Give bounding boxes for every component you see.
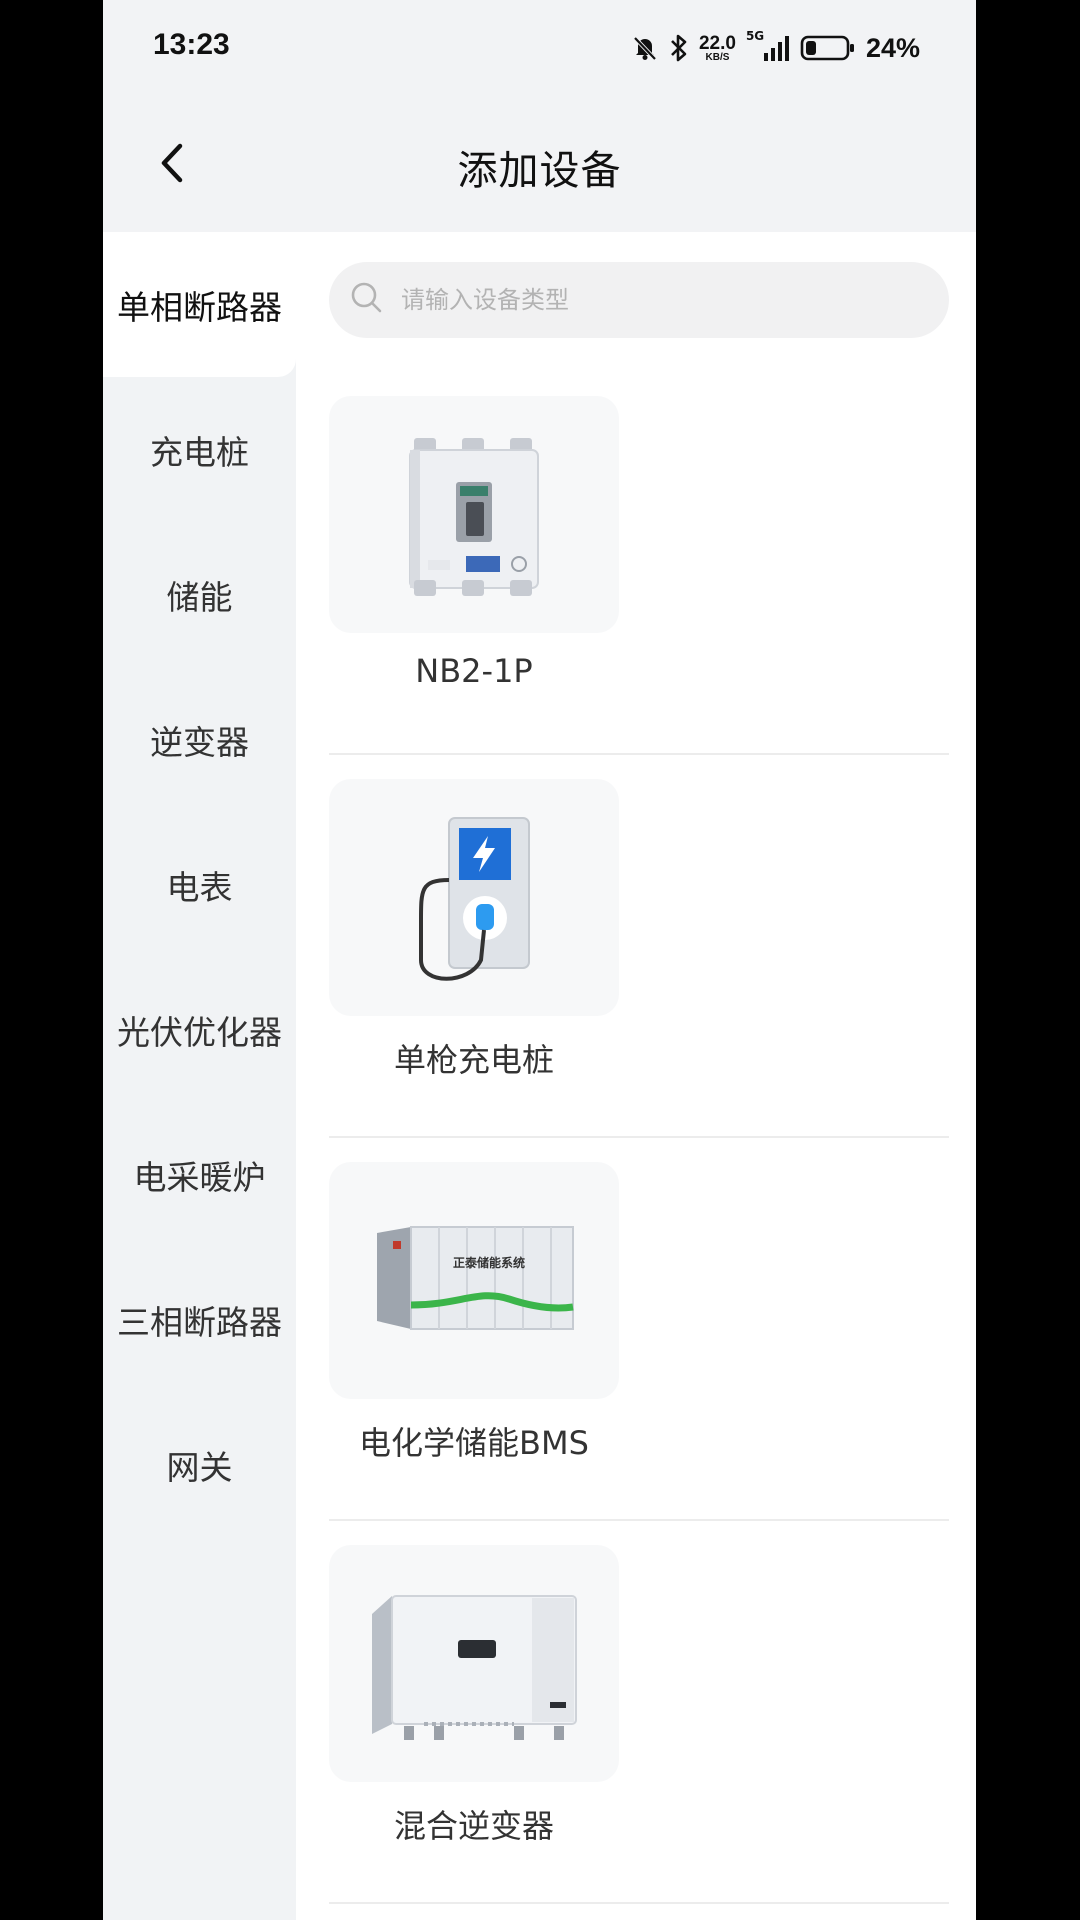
phone-screen: 13:23 22.0 KB/S 5G 24% 添加设备 单相断路器 充电桩 储能… xyxy=(103,0,976,1920)
sidebar-item-label: 三相断路器 xyxy=(117,1302,282,1342)
signal-icon: 5G xyxy=(746,29,790,63)
sidebar-item-charging-pile[interactable]: 充电桩 xyxy=(103,377,296,522)
hybrid-inverter-image xyxy=(329,1545,619,1782)
sidebar-item-label: 网关 xyxy=(166,1447,233,1487)
container-brand-text: 正泰储能系统 xyxy=(453,1255,525,1270)
sidebar-item-gateway[interactable]: 网关 xyxy=(103,1392,296,1537)
device-card-nb2-1p[interactable]: NB2-1P xyxy=(329,370,949,755)
status-icons: 22.0 KB/S 5G 24% xyxy=(631,29,920,66)
status-time: 13:23 xyxy=(153,28,230,61)
sidebar-item-energy-storage[interactable]: 储能 xyxy=(103,522,296,667)
sidebar-item-single-phase-breaker[interactable]: 单相断路器 xyxy=(103,232,296,377)
network-type: 5G xyxy=(745,29,765,43)
energy-storage-container-image: 正泰储能系统 xyxy=(329,1162,619,1399)
device-name: 单枪充电桩 xyxy=(393,1041,554,1079)
device-card-single-gun-charger[interactable]: 单枪充电桩 xyxy=(329,753,949,1138)
bell-mute-icon xyxy=(631,34,659,62)
charging-pile-image xyxy=(329,779,619,1016)
bluetooth-icon xyxy=(669,33,689,63)
sidebar-item-label: 储能 xyxy=(166,577,233,617)
speed-unit: KB/S xyxy=(705,51,730,63)
battery-icon xyxy=(800,33,856,63)
sidebar-item-label: 逆变器 xyxy=(150,722,249,762)
search-input[interactable] xyxy=(399,285,903,315)
search-bar[interactable] xyxy=(329,262,949,338)
device-card-bms[interactable]: 正泰储能系统 电化学储能BMS xyxy=(329,1136,949,1521)
sidebar-item-label: 充电桩 xyxy=(150,432,249,472)
page-title: 添加设备 xyxy=(457,148,622,194)
device-name: 混合逆变器 xyxy=(393,1807,554,1845)
battery-percent: 24% xyxy=(865,32,920,63)
sidebar-item-inverter[interactable]: 逆变器 xyxy=(103,667,296,812)
sidebar-item-meter[interactable]: 电表 xyxy=(103,812,296,957)
sidebar-item-electric-heater[interactable]: 电采暖炉 xyxy=(103,1102,296,1247)
sidebar-item-label: 电采暖炉 xyxy=(133,1157,266,1197)
network-speed: 22.0 KB/S xyxy=(699,34,736,63)
search-icon xyxy=(349,280,385,320)
device-name: 电化学储能BMS xyxy=(359,1424,589,1462)
device-content: NB2-1P 单枪充电桩 xyxy=(296,232,976,1920)
sidebar-item-label: 单相断路器 xyxy=(117,287,282,327)
speed-value: 22.0 xyxy=(698,32,736,54)
category-sidebar: 单相断路器 充电桩 储能 逆变器 电表 光伏优化器 电采暖炉 三相断路器 网关 xyxy=(103,232,296,1920)
sidebar-item-three-phase-breaker[interactable]: 三相断路器 xyxy=(103,1247,296,1392)
circuit-breaker-image xyxy=(329,396,619,633)
sidebar-item-pv-optimizer[interactable]: 光伏优化器 xyxy=(103,957,296,1102)
top-bar: 13:23 22.0 KB/S 5G 24% 添加设备 xyxy=(103,0,976,232)
device-card-hybrid-inverter[interactable]: 混合逆变器 xyxy=(329,1519,949,1904)
sidebar-item-label: 光伏优化器 xyxy=(117,1012,282,1052)
sidebar-item-label: 电表 xyxy=(166,867,233,907)
device-name: NB2-1P xyxy=(415,652,533,690)
